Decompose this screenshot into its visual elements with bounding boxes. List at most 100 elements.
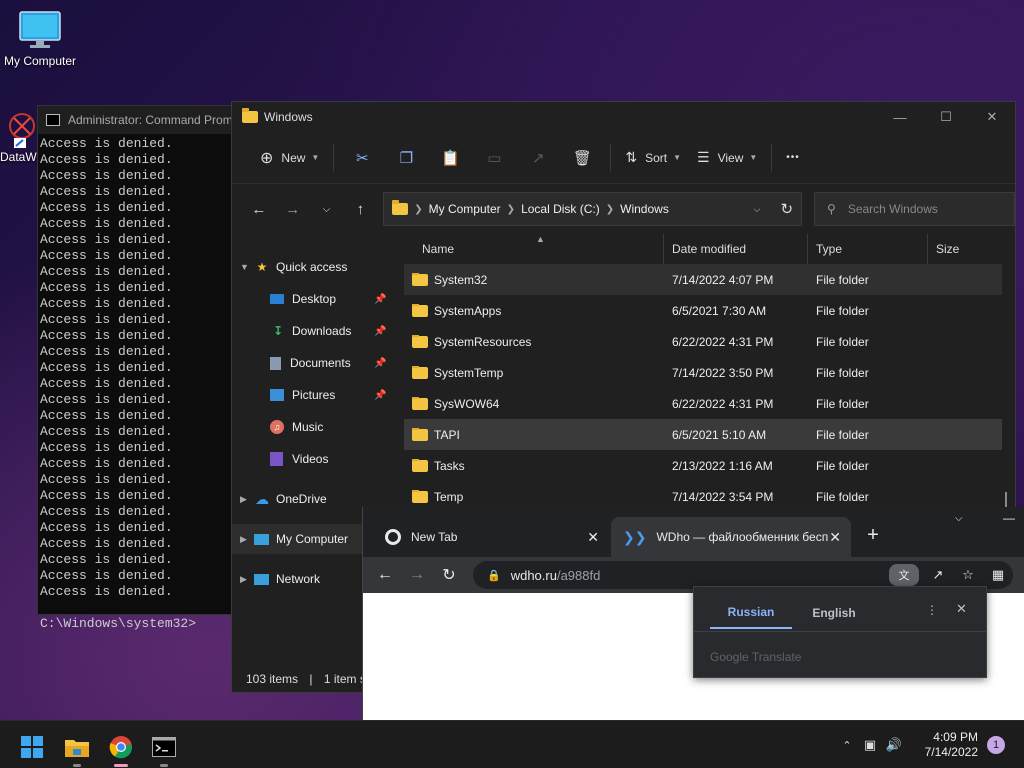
refresh-icon[interactable]: ↻ [780, 200, 793, 218]
minimize-button[interactable]: — [877, 102, 923, 132]
share-button[interactable]: ↗ [522, 142, 554, 174]
column-header-size[interactable]: Size [928, 234, 998, 264]
sidebar-item-videos[interactable]: Videos [270, 444, 328, 474]
bookmark-star-icon[interactable]: ☆ [953, 567, 983, 583]
cmd-output-line: Access is denied. [40, 136, 173, 151]
more-options-button[interactable]: ••• [778, 142, 808, 174]
cell-name: Tasks [404, 458, 664, 473]
cmd-output-line: Access is denied. [40, 280, 173, 295]
rename-button[interactable]: ▭ [478, 142, 510, 174]
share-icon: ↗ [532, 149, 545, 167]
breadcrumb-windows[interactable]: Windows [620, 202, 669, 216]
sidebar-item-desktop[interactable]: Desktop 📌 [270, 284, 390, 314]
sidebar-item-my-computer[interactable]: ▶ My Computer [232, 524, 362, 554]
column-header-date[interactable]: Date modified [664, 234, 808, 264]
clock[interactable]: 4:09 PM 7/14/2022 [925, 730, 978, 760]
maximize-button[interactable]: ☐ [923, 102, 969, 132]
tab-strip: New Tab ✕ ❯❯ WDho — файлообменник бесп ✕… [363, 507, 1024, 557]
taskbar-chrome[interactable] [103, 729, 139, 767]
translate-icon[interactable]: 文 [889, 564, 919, 586]
view-button[interactable]: ☰ View ▼ [689, 142, 765, 174]
translate-lang-from[interactable]: Russian [710, 597, 792, 629]
translate-close-button[interactable]: ✕ [956, 601, 967, 617]
arrow-left-icon: ← [377, 566, 393, 583]
copy-button[interactable]: ❐ [390, 142, 422, 174]
table-row[interactable]: SystemApps 6/5/2021 7:30 AM File folder [404, 295, 1002, 326]
pin-icon[interactable]: 📌 [374, 326, 386, 337]
cmd-titlebar[interactable]: Administrator: Command Prom [38, 106, 236, 134]
volume-icon[interactable]: 🔊 [882, 737, 906, 753]
close-tab-icon[interactable]: ✕ [829, 529, 841, 546]
desktop-icon-my-computer[interactable]: My Computer [0, 10, 80, 68]
delete-button[interactable]: 🗑 [566, 142, 598, 174]
table-row[interactable]: Tasks 2/13/2022 1:16 AM File folder [404, 450, 1002, 481]
sidebar-item-downloads[interactable]: ↧ Downloads 📌 [270, 316, 390, 346]
pin-icon[interactable]: 📌 [374, 294, 386, 305]
forward-button[interactable]: → [401, 559, 433, 591]
table-row[interactable]: SystemResources 6/22/2022 4:31 PM File fol… [404, 326, 1002, 357]
pin-icon[interactable]: 📌 [374, 358, 386, 369]
translate-lang-to[interactable]: English [794, 597, 874, 629]
table-row[interactable]: TAPI 6/5/2021 5:10 AM File folder [404, 419, 1002, 450]
cell-type: File folder [816, 427, 869, 442]
close-button[interactable]: ✕ [969, 102, 1015, 132]
sidebar-item-documents[interactable]: Documents 📌 [270, 348, 390, 378]
cut-button[interactable]: ✂ [346, 142, 378, 174]
chevron-right-icon[interactable]: ▶ [240, 574, 254, 585]
network-status-icon[interactable]: ▣ [858, 737, 882, 753]
up-button[interactable]: ↑ [343, 194, 377, 224]
back-button[interactable]: ← [369, 559, 401, 591]
paste-button[interactable]: 📋 [434, 142, 466, 174]
tab-search-button[interactable]: ⌵ [955, 513, 963, 524]
sidebar-item-pictures[interactable]: Pictures 📌 [270, 380, 390, 410]
breadcrumb-my-computer[interactable]: My Computer [429, 202, 501, 216]
cell-date-modified: 6/5/2021 7:30 AM [672, 303, 767, 318]
new-button[interactable]: ⊕ New ▼ [252, 142, 327, 174]
sidebar-item-network[interactable]: ▶ Network [240, 564, 320, 594]
recent-locations-button[interactable]: ⌵ [310, 194, 344, 224]
search-box[interactable]: ⚲ Search Windows [814, 192, 1015, 226]
new-tab-button[interactable]: + [859, 521, 887, 549]
show-hidden-icons-icon[interactable]: ⌃ [836, 739, 858, 752]
command-prompt-window[interactable]: Administrator: Command Prom Access is de… [37, 105, 237, 631]
reload-button[interactable]: ↻ [433, 559, 465, 591]
close-tab-icon[interactable]: ✕ [587, 529, 599, 546]
omnibox[interactable]: 🔒 wdho.ru/a988fd 文 ↗ ☆ ▦ [473, 561, 1013, 589]
taskbar-command-prompt[interactable] [146, 729, 182, 767]
sort-button[interactable]: ⇅ Sort ▼ [617, 142, 689, 174]
table-row[interactable]: System32 7/14/2022 4:07 PM File folder [404, 264, 1002, 295]
desktop-icon-dataw[interactable]: DataW [0, 108, 40, 164]
address-bar[interactable]: ❯ My Computer ❯ Local Disk (C:) ❯ Window… [383, 192, 803, 226]
table-row[interactable]: SystemTemp 7/14/2022 3:50 PM File folder [404, 357, 1002, 388]
tab-new-tab[interactable]: New Tab ✕ [373, 517, 609, 557]
share-icon[interactable]: ↗ [923, 567, 953, 583]
file-name: TAPI [434, 427, 460, 442]
column-header-name[interactable]: Name [404, 234, 664, 264]
pin-icon[interactable]: 📌 [374, 390, 386, 401]
notification-badge[interactable]: 1 [987, 736, 1005, 754]
cell-name: SystemApps [404, 303, 664, 318]
sidebar-item-onedrive[interactable]: ▶ ☁ OneDrive [240, 484, 327, 514]
table-row[interactable]: SysWOW64 6/22/2022 4:31 PM File folder [404, 388, 1002, 419]
column-header-type[interactable]: Type [808, 234, 928, 264]
breadcrumb-local-disk[interactable]: Local Disk (C:) [521, 202, 600, 216]
address-history-chevron-icon[interactable]: ⌵ [754, 204, 761, 215]
translate-options-button[interactable]: ⋮ [926, 603, 938, 617]
taskbar-file-explorer[interactable] [59, 729, 95, 767]
back-button[interactable]: ← [242, 194, 276, 224]
cell-type: File folder [816, 489, 869, 504]
cmd-output[interactable]: Access is denied. Access is denied. Access… [38, 134, 236, 632]
chrome-window[interactable]: New Tab ✕ ❯❯ WDho — файлообменник бесп ✕… [362, 507, 1024, 720]
start-button[interactable] [14, 729, 50, 765]
tab-wdho[interactable]: ❯❯ WDho — файлообменник бесп ✕ [611, 517, 851, 557]
cmd-prompt[interactable]: C:\Windows\system32> [40, 616, 236, 632]
chevron-down-icon[interactable]: ▼ [240, 262, 254, 272]
minimize-button[interactable]: — [1003, 511, 1015, 525]
chevron-right-icon[interactable]: ▶ [240, 534, 254, 545]
extensions-icon[interactable]: ▦ [983, 567, 1013, 583]
sidebar-item-music[interactable]: ♫ Music [270, 412, 323, 442]
file-explorer-icon [65, 740, 89, 757]
chevron-right-icon[interactable]: ▶ [240, 494, 254, 505]
forward-button[interactable]: → [276, 194, 310, 224]
sidebar-item-quick-access[interactable]: ▼ ★ Quick access [240, 252, 347, 282]
